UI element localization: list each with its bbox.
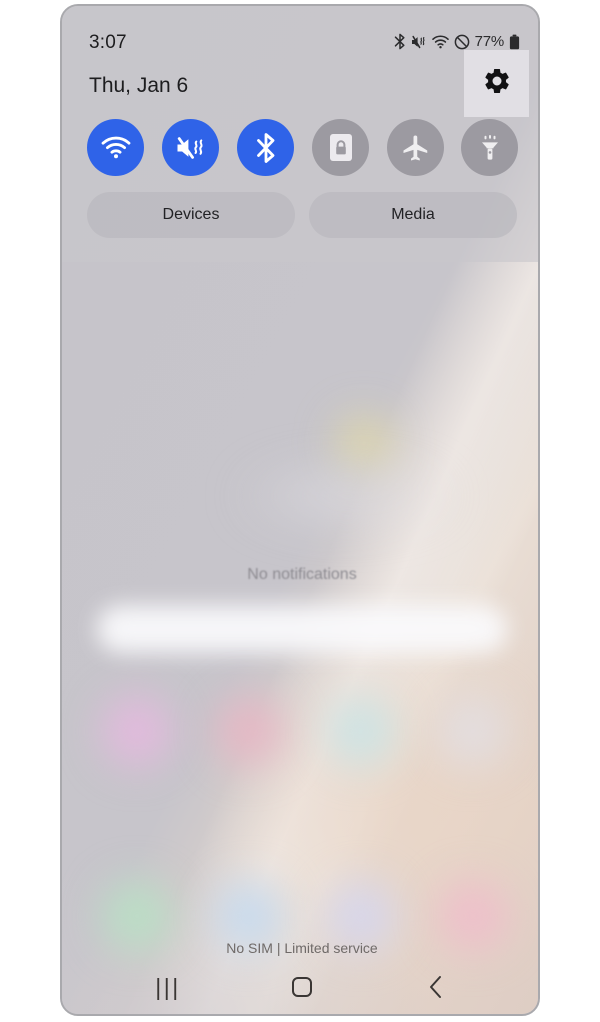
bluetooth-icon xyxy=(394,33,406,50)
toggle-wifi[interactable] xyxy=(87,119,144,176)
back-chevron-icon xyxy=(428,975,443,999)
blurred-search-pill xyxy=(97,605,507,653)
device-frame: 3:07 77% Thu, Jan 6 Devices Media No not… xyxy=(60,4,540,1016)
carrier-status-label: No SIM | Limited service xyxy=(226,940,378,956)
blurred-search-bar xyxy=(62,584,538,676)
toggle-flashlight[interactable] xyxy=(461,119,518,176)
wallpaper-blur-blob-haze xyxy=(232,461,462,531)
quick-settings-date: Thu, Jan 6 xyxy=(89,74,189,97)
bluetooth-icon xyxy=(256,132,276,163)
toggle-airplane-mode[interactable] xyxy=(387,119,444,176)
media-button[interactable]: Media xyxy=(309,192,517,238)
nav-home-button[interactable] xyxy=(262,960,342,1014)
flashlight-icon xyxy=(477,133,503,163)
recents-icon: ||| xyxy=(155,973,181,1000)
do-not-disturb-icon xyxy=(454,34,470,50)
settings-gear-button[interactable] xyxy=(464,50,529,117)
wifi-icon xyxy=(431,34,449,49)
wifi-icon xyxy=(101,136,131,160)
blurred-app-icon xyxy=(94,688,180,774)
blurred-app-icon-row-1 xyxy=(62,682,538,792)
blurred-app-icon xyxy=(206,688,292,774)
devices-button-label: Devices xyxy=(162,206,220,223)
blurred-app-icon xyxy=(430,688,516,774)
status-bar-icons: 77% xyxy=(394,33,520,50)
battery-percent-label: 77% xyxy=(474,33,505,50)
toggle-portrait-lock[interactable] xyxy=(312,119,369,176)
quick-settings-shortcut-row: Devices Media xyxy=(62,192,538,238)
mute-vibrate-icon xyxy=(411,34,427,50)
quick-settings-toggle-row xyxy=(62,119,538,177)
portrait-lock-icon xyxy=(329,133,353,162)
home-icon xyxy=(292,977,312,997)
toggle-sound-mute[interactable] xyxy=(162,119,219,176)
gear-icon xyxy=(482,66,512,101)
devices-button[interactable]: Devices xyxy=(87,192,295,238)
nav-recents-button[interactable]: ||| xyxy=(128,960,208,1014)
airplane-icon xyxy=(401,133,431,163)
media-button-label: Media xyxy=(391,206,435,223)
navigation-bar: ||| xyxy=(62,960,538,1014)
mute-vibrate-icon xyxy=(176,135,206,161)
battery-icon xyxy=(509,34,520,50)
blurred-app-icon xyxy=(318,688,404,774)
no-notifications-label: No notifications xyxy=(247,566,357,583)
nav-back-button[interactable] xyxy=(395,960,475,1014)
status-bar-clock: 3:07 xyxy=(89,32,127,53)
toggle-bluetooth[interactable] xyxy=(237,119,294,176)
